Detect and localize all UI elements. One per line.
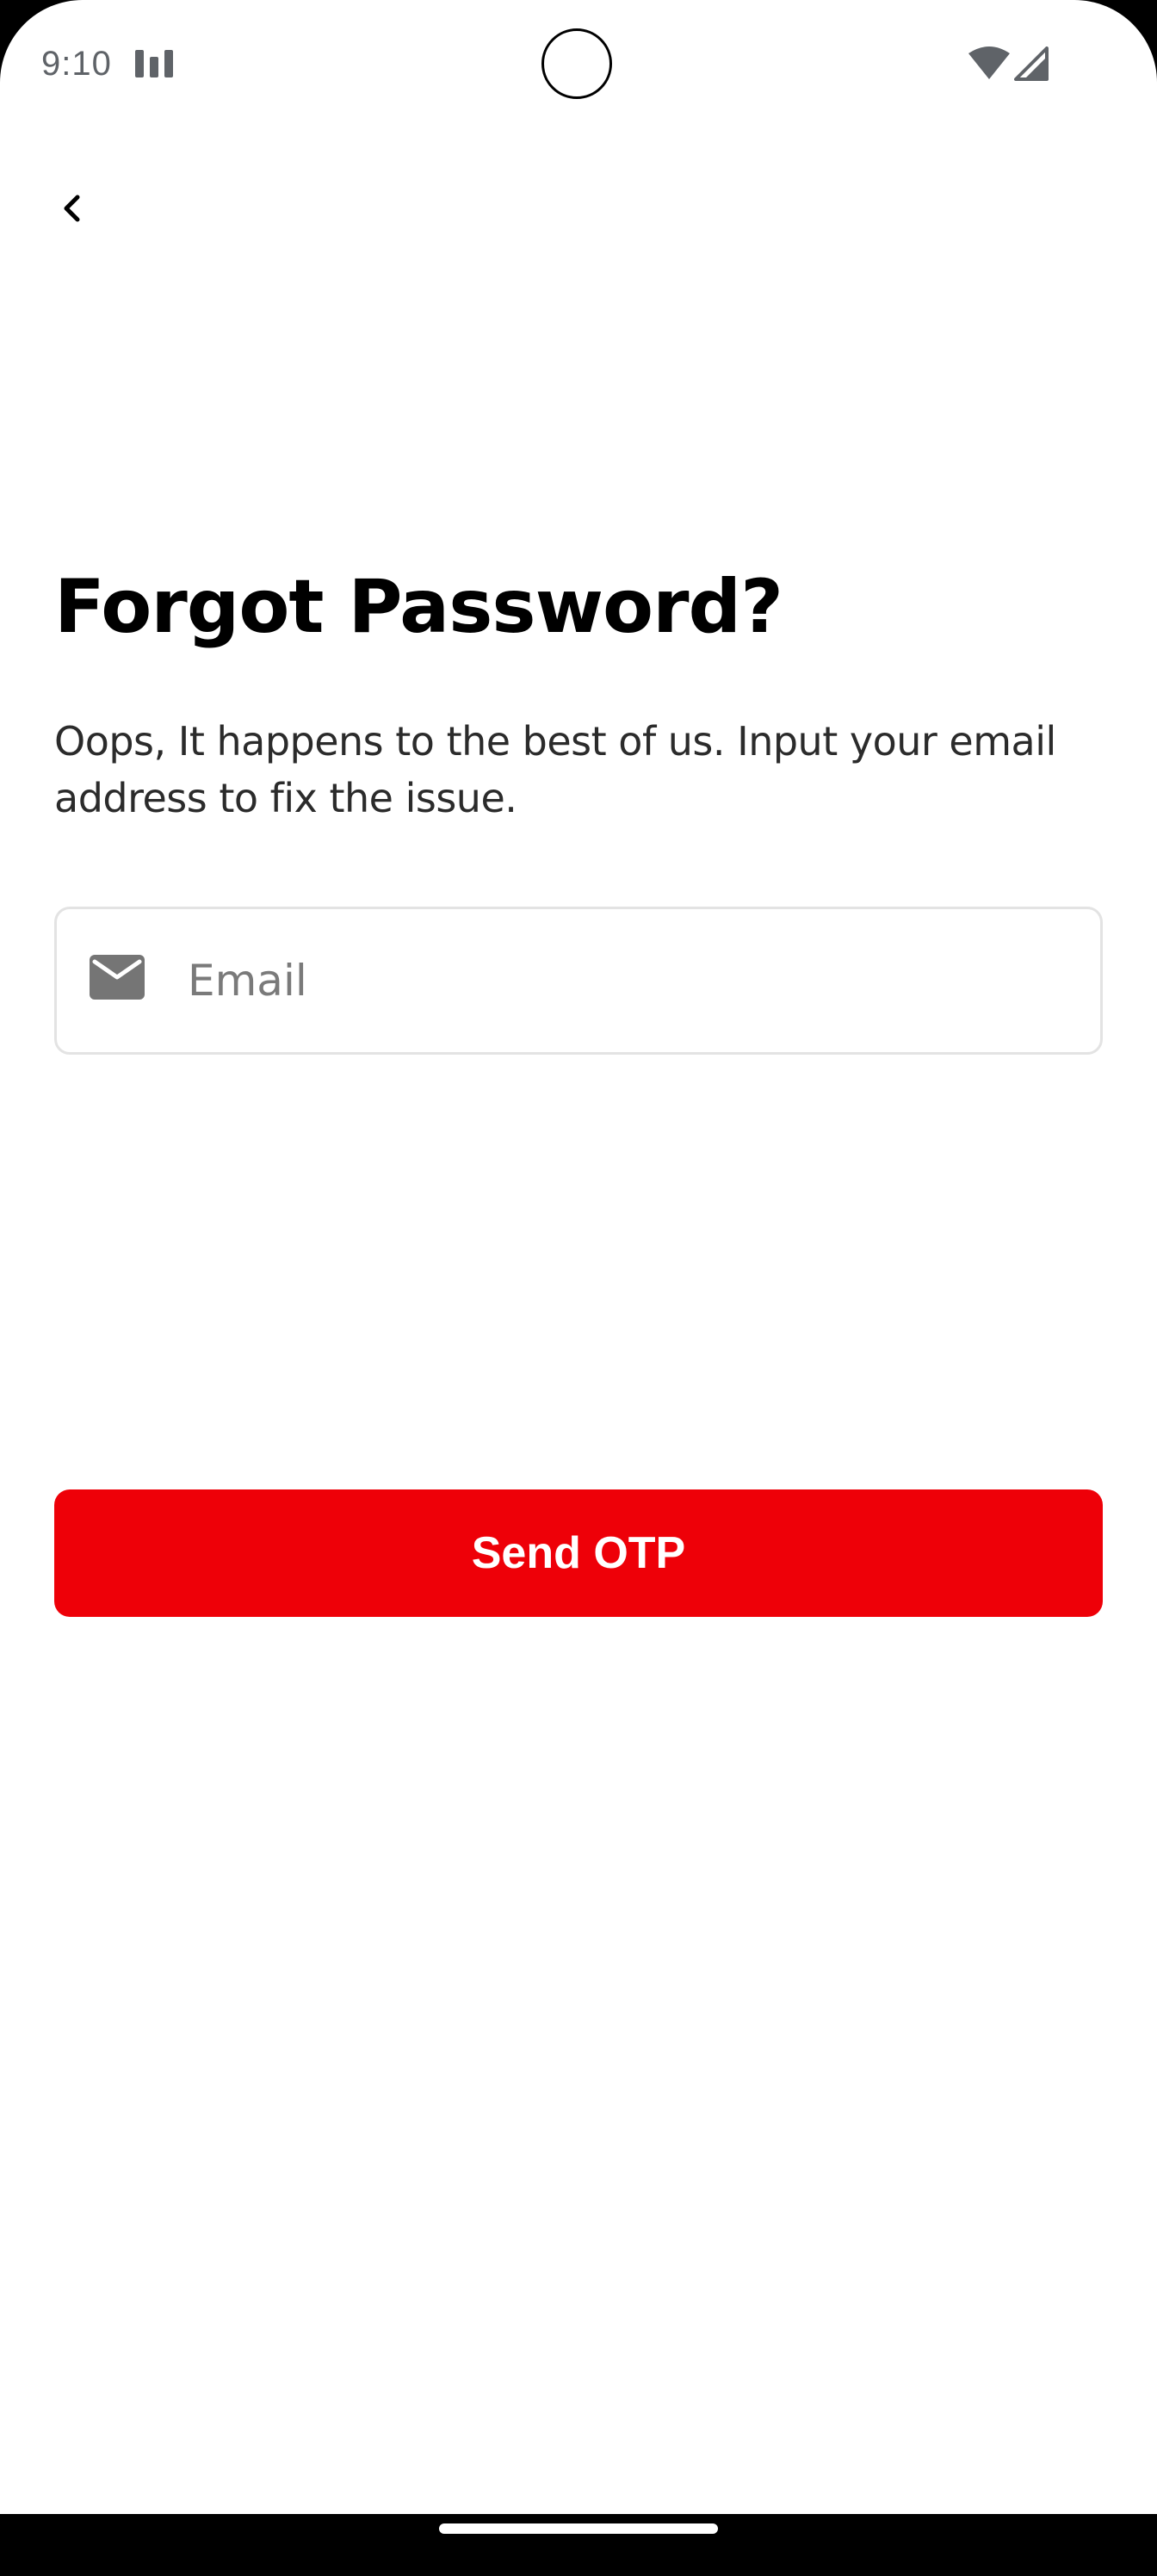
email-field[interactable] bbox=[54, 907, 1103, 1055]
cell-signal-icon bbox=[1014, 46, 1049, 81]
camera-cutout bbox=[541, 28, 612, 99]
email-input[interactable] bbox=[188, 935, 1066, 1026]
envelope-icon bbox=[90, 955, 145, 1000]
page-subtitle: Oops, It happens to the best of us. Inpu… bbox=[54, 718, 1056, 821]
status-time: 9:10 bbox=[41, 45, 112, 83]
chevron-left-icon bbox=[55, 191, 90, 230]
forgot-password-screen: 9:10 Forgot Password? Oops, It happens t… bbox=[0, 0, 1157, 2576]
wifi-icon bbox=[968, 45, 1011, 81]
back-button[interactable] bbox=[45, 183, 100, 238]
home-indicator[interactable] bbox=[439, 2523, 718, 2534]
status-bar: 9:10 bbox=[0, 0, 1157, 129]
page-title: Forgot Password? bbox=[54, 564, 783, 650]
send-otp-button[interactable]: Send OTP bbox=[54, 1489, 1103, 1617]
sim-card-icon bbox=[133, 48, 175, 79]
